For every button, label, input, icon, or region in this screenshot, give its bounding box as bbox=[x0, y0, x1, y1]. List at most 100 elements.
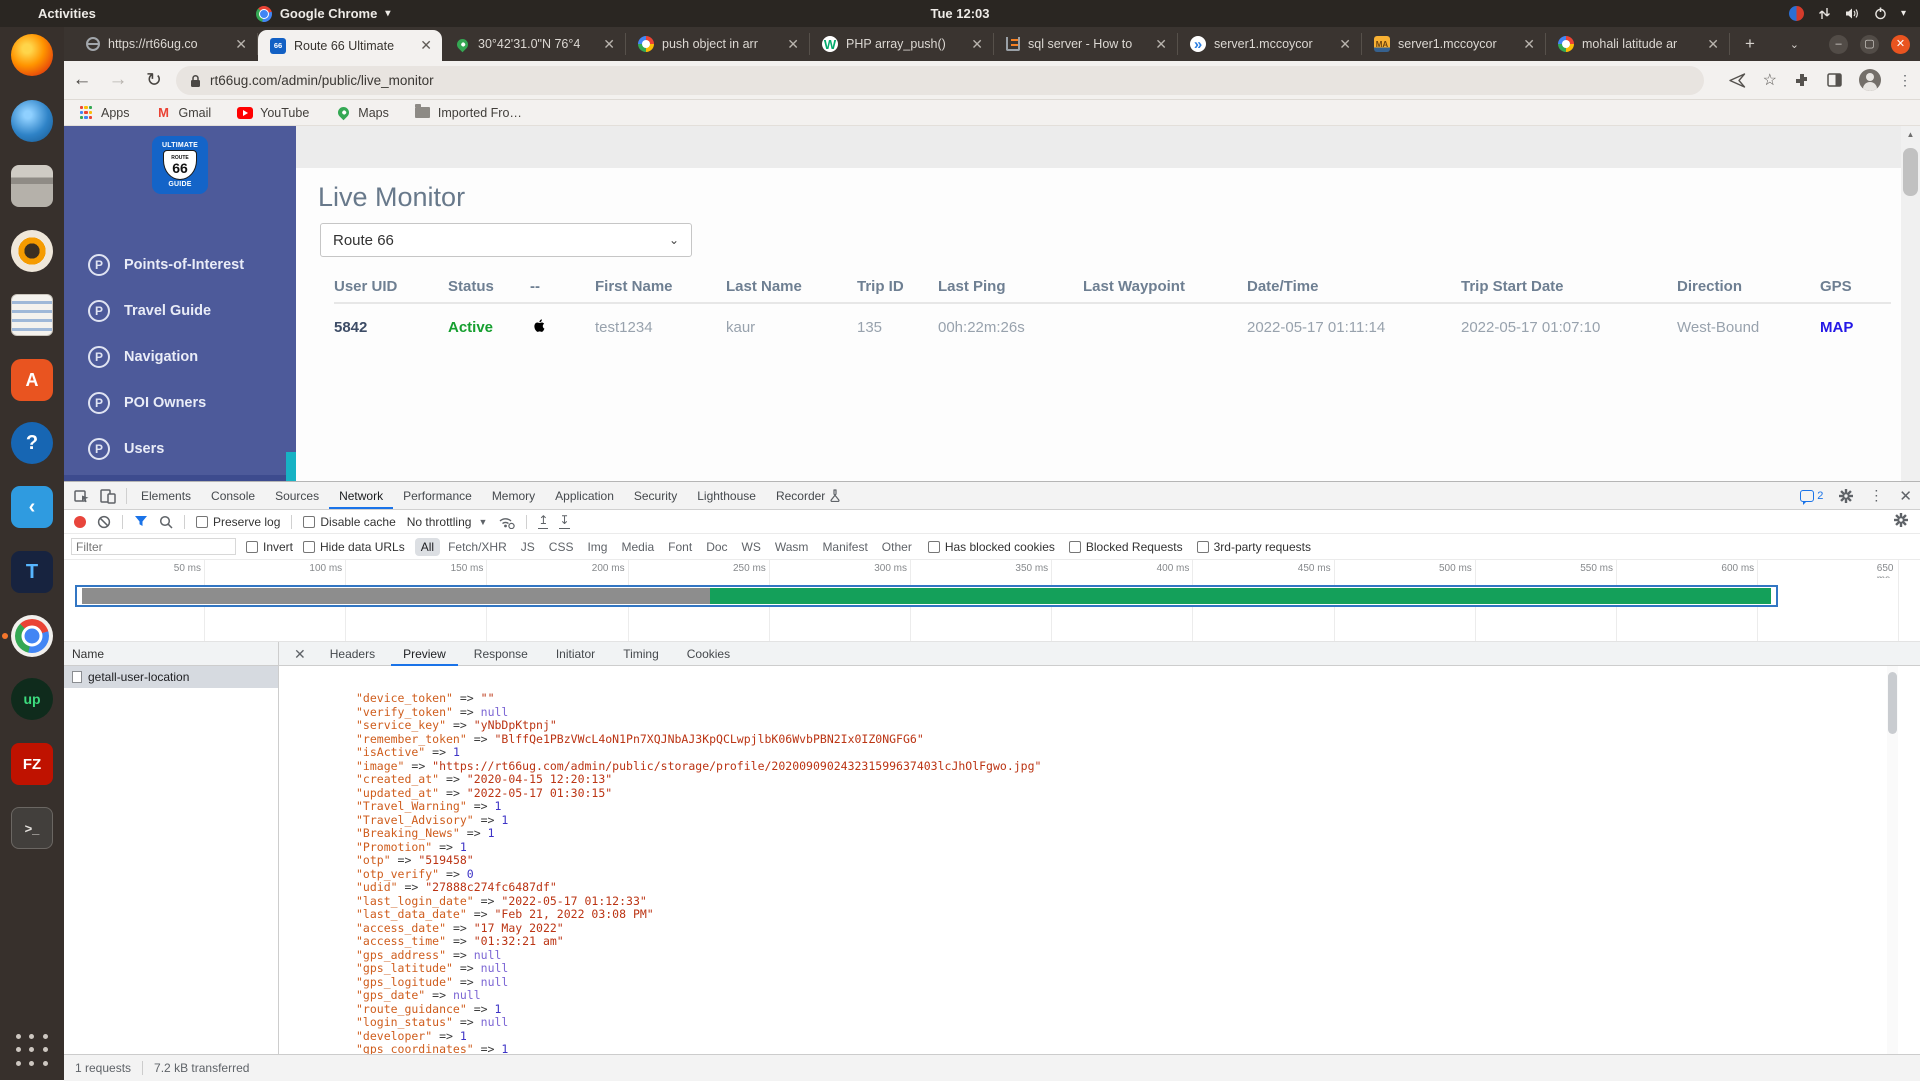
chevron-down-icon[interactable]: ▾ bbox=[1901, 8, 1906, 19]
scrollbar-thumb[interactable] bbox=[1888, 672, 1897, 734]
browser-tab[interactable]: »server1.mccoycor✕ bbox=[1178, 33, 1362, 55]
files-dock-item[interactable] bbox=[8, 162, 56, 210]
import-har-icon[interactable]: ↥ bbox=[538, 514, 548, 528]
device-toolbar-icon[interactable] bbox=[100, 488, 116, 504]
devtools-tab-security[interactable]: Security bbox=[624, 482, 687, 509]
browser-tab[interactable]: MAserver1.mccoycor✕ bbox=[1362, 33, 1546, 55]
page-scrollbar[interactable]: ▲ bbox=[1901, 126, 1920, 481]
throttling-select[interactable]: No throttling ▼ bbox=[407, 515, 488, 529]
network-arrows-icon[interactable] bbox=[1818, 7, 1831, 20]
filter-type-img[interactable]: Img bbox=[581, 538, 613, 556]
close-detail-icon[interactable]: ✕ bbox=[286, 646, 314, 663]
devtools-tab-console[interactable]: Console bbox=[201, 482, 265, 509]
sidebar-item-users[interactable]: PUsers bbox=[64, 429, 296, 469]
bookmark-item[interactable]: YouTube bbox=[237, 105, 309, 121]
detail-tab-cookies[interactable]: Cookies bbox=[675, 642, 742, 666]
record-network-log-button[interactable] bbox=[74, 516, 86, 528]
tab-close-icon[interactable]: ✕ bbox=[1705, 36, 1721, 53]
preview-scrollbar[interactable] bbox=[1887, 666, 1898, 1054]
side-panel-icon[interactable] bbox=[1827, 73, 1842, 87]
issues-counter[interactable]: 2 bbox=[1800, 490, 1823, 502]
filter-checkbox-3rd-party-requests[interactable]: 3rd-party requests bbox=[1197, 540, 1311, 554]
reload-button[interactable]: ↻ bbox=[136, 69, 172, 92]
devtools-tab-application[interactable]: Application bbox=[545, 482, 624, 509]
devtools-tab-recorder[interactable]: Recorder bbox=[766, 482, 850, 509]
browser-tab[interactable]: 66Route 66 Ultimate✕ bbox=[258, 30, 442, 61]
scrollbar-thumb[interactable] bbox=[1903, 148, 1918, 196]
browser-tab[interactable]: sql server - How to✕ bbox=[994, 33, 1178, 55]
sidebar-item-travel-guide[interactable]: PTravel Guide bbox=[64, 291, 296, 331]
sidebar-item-points-of-interest[interactable]: PPoints-of-Interest bbox=[64, 245, 296, 285]
export-har-icon[interactable]: ↧ bbox=[559, 514, 569, 528]
devtools-tab-lighthouse[interactable]: Lighthouse bbox=[687, 482, 766, 509]
browser-tab[interactable]: mohali latitude ar✕ bbox=[1546, 33, 1730, 55]
filter-type-font[interactable]: Font bbox=[662, 538, 698, 556]
filter-type-fetchxhr[interactable]: Fetch/XHR bbox=[442, 538, 513, 556]
detail-tab-preview[interactable]: Preview bbox=[391, 642, 458, 666]
back-button[interactable]: ← bbox=[64, 69, 100, 91]
sidebar-scrollbar[interactable] bbox=[286, 452, 296, 481]
detail-tab-timing[interactable]: Timing bbox=[611, 642, 671, 666]
disable-cache-checkbox[interactable]: Disable cache bbox=[303, 515, 395, 529]
tab-close-icon[interactable]: ✕ bbox=[418, 37, 434, 54]
volume-icon[interactable] bbox=[1845, 7, 1860, 20]
route-select[interactable]: Route 66 ⌄ bbox=[320, 223, 692, 257]
filter-type-css[interactable]: CSS bbox=[543, 538, 580, 556]
tab-close-icon[interactable]: ✕ bbox=[969, 36, 985, 53]
filter-type-doc[interactable]: Doc bbox=[700, 538, 733, 556]
filter-type-other[interactable]: Other bbox=[876, 538, 918, 556]
network-settings-gear-icon[interactable] bbox=[1894, 513, 1908, 527]
devtools-settings-gear-icon[interactable] bbox=[1839, 489, 1853, 503]
bookmark-item[interactable]: Imported Fro… bbox=[415, 105, 522, 121]
send-icon[interactable] bbox=[1729, 73, 1746, 88]
ubuntu-software-dock-item[interactable]: A bbox=[8, 356, 56, 404]
app-menu[interactable]: Google Chrome ▾ bbox=[256, 6, 391, 22]
tab-close-icon[interactable]: ✕ bbox=[1153, 36, 1169, 53]
profile-avatar[interactable] bbox=[1859, 69, 1881, 91]
shotwell-dock-item[interactable] bbox=[8, 227, 56, 275]
scrollbar-up-arrow[interactable]: ▲ bbox=[1901, 126, 1920, 142]
bookmark-item[interactable]: Maps bbox=[335, 105, 389, 121]
sidebar-item-navigation[interactable]: PNavigation bbox=[64, 337, 296, 377]
devtools-tab-memory[interactable]: Memory bbox=[482, 482, 545, 509]
detail-tab-initiator[interactable]: Initiator bbox=[544, 642, 607, 666]
sidebar-item-poi-owners[interactable]: PPOI Owners bbox=[64, 383, 296, 423]
chrome-dock-item[interactable] bbox=[8, 612, 56, 660]
search-icon[interactable] bbox=[159, 515, 173, 529]
filter-type-manifest[interactable]: Manifest bbox=[816, 538, 873, 556]
devtools-tab-performance[interactable]: Performance bbox=[393, 482, 482, 509]
detail-tab-response[interactable]: Response bbox=[462, 642, 540, 666]
browser-tab[interactable]: https://rt66ug.co✕ bbox=[74, 33, 258, 55]
tab-close-icon[interactable]: ✕ bbox=[601, 36, 617, 53]
network-overview-graph[interactable] bbox=[64, 578, 1920, 642]
show-applications-button[interactable] bbox=[14, 1032, 50, 1068]
devtools-tab-sources[interactable]: Sources bbox=[265, 482, 329, 509]
browser-menu-icon[interactable]: ⋮ bbox=[1898, 72, 1912, 89]
devtools-tab-elements[interactable]: Elements bbox=[131, 482, 201, 509]
filter-type-all[interactable]: All bbox=[415, 538, 440, 556]
extensions-icon[interactable] bbox=[1794, 72, 1810, 88]
firefox-dock-item[interactable] bbox=[8, 31, 56, 79]
tab-close-icon[interactable]: ✕ bbox=[233, 36, 249, 53]
browser-tab[interactable]: push object in arr✕ bbox=[626, 33, 810, 55]
writer-dock-item[interactable] bbox=[8, 291, 56, 339]
window-minimize-button[interactable]: – bbox=[1829, 35, 1848, 54]
browser-tab[interactable]: 30°42'31.0"N 76°4✕ bbox=[442, 33, 626, 55]
vscode-dock-item[interactable]: ‹ bbox=[8, 483, 56, 531]
filter-funnel-icon[interactable] bbox=[134, 515, 148, 528]
network-filter-input[interactable] bbox=[71, 538, 236, 555]
preserve-log-checkbox[interactable]: Preserve log bbox=[196, 515, 280, 529]
bookmark-item[interactable]: MGmail bbox=[156, 105, 212, 121]
multiload-icon[interactable] bbox=[1789, 6, 1804, 21]
help-dock-item[interactable]: ? bbox=[8, 419, 56, 467]
devtools-menu-icon[interactable]: ⋮ bbox=[1869, 487, 1883, 504]
power-icon[interactable] bbox=[1874, 7, 1887, 20]
browser-tab[interactable]: WPHP array_push()✕ bbox=[810, 33, 994, 55]
clear-network-log-icon[interactable] bbox=[97, 515, 111, 529]
filter-checkbox-blocked-requests[interactable]: Blocked Requests bbox=[1069, 540, 1183, 554]
address-bar[interactable]: rt66ug.com/admin/public/live_monitor bbox=[176, 66, 1704, 95]
terminal-dock-item[interactable]: >_ bbox=[8, 804, 56, 852]
devtools-tab-network[interactable]: Network bbox=[329, 482, 393, 509]
activities-button[interactable]: Activities bbox=[38, 6, 96, 21]
thunderbird-dock-item[interactable] bbox=[8, 97, 56, 145]
